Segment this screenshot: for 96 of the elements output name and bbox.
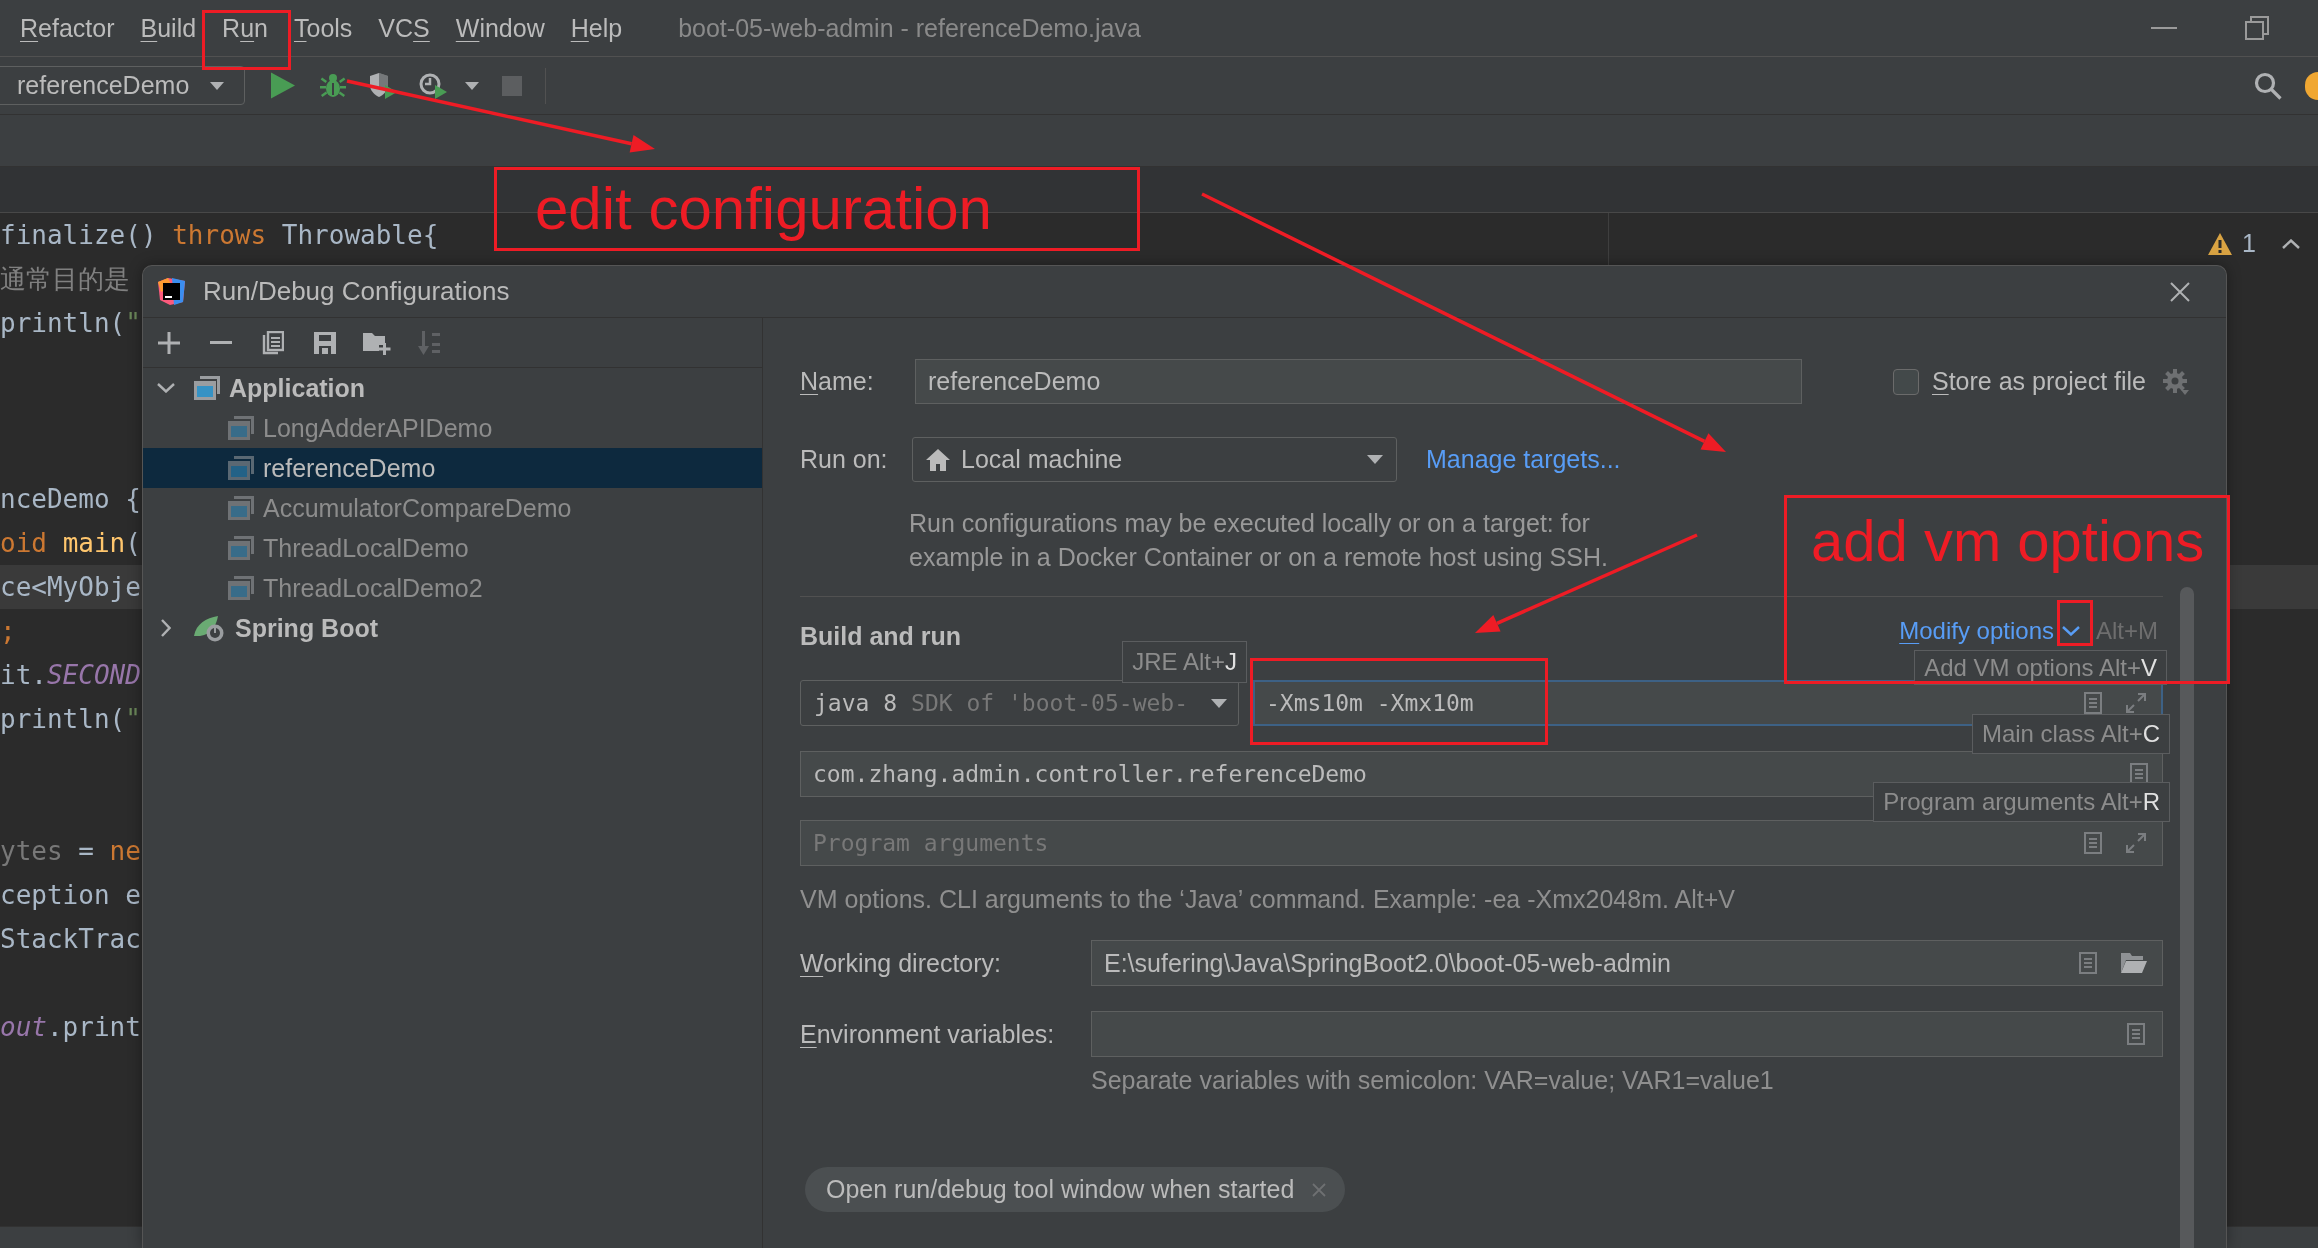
code-line: ytes = ne	[0, 836, 141, 866]
minus-icon	[210, 341, 232, 344]
gear-icon[interactable]	[2163, 368, 2189, 395]
jre-dropdown[interactable]: java 8 SDK of 'boot-05-web-	[800, 680, 1239, 726]
window-icon	[228, 496, 254, 520]
play-icon	[271, 72, 296, 99]
run-target-dropdown[interactable]: Local machine	[912, 437, 1397, 482]
code-line: println("	[0, 308, 141, 338]
chevron-right-icon	[161, 619, 171, 637]
copy-icon	[262, 330, 284, 355]
code-line: finalize() throws Throwable{	[0, 220, 439, 250]
window-icon	[228, 456, 254, 480]
code-line: ception e	[0, 880, 141, 910]
menu-item[interactable]: Run	[209, 8, 281, 48]
bug-icon	[320, 72, 347, 99]
chevron-down-icon	[2062, 626, 2080, 636]
option-chip[interactable]: Open run/debug tool window when started	[805, 1167, 1346, 1212]
code-line: ;	[0, 616, 16, 646]
manage-targets-link[interactable]: Manage targets...	[1426, 445, 1621, 474]
restore-icon	[2244, 16, 2269, 40]
code-line: println("	[0, 704, 141, 734]
close-icon	[2170, 281, 2190, 302]
annotation-label: edit configuration	[535, 174, 992, 244]
field-label: Working directory:	[800, 948, 1002, 978]
hint-text: Separate variables with semicolon: VAR=value; VAR1=value1	[1091, 1065, 1774, 1095]
hint-text: VM options. CLI arguments to the ‘Java’ command. Example: -ea -Xmx2048m. Alt+V	[800, 884, 1735, 914]
shortcut-tooltip: Program arguments Alt+R	[1873, 782, 2170, 822]
environment-variables-field[interactable]	[1091, 1011, 2163, 1057]
warning-count[interactable]: 1	[2242, 229, 2256, 258]
expand-arrows-icon[interactable]	[2126, 693, 2146, 713]
dialog-title: Run/Debug Configurations	[203, 276, 510, 307]
window-icon	[228, 416, 254, 440]
menu-item[interactable]: Tools	[281, 8, 366, 48]
code-line: out.print	[0, 1012, 141, 1042]
field-label: Environment variables:	[800, 1019, 1056, 1049]
chevron-up-icon[interactable]	[2282, 238, 2300, 249]
name-field[interactable]: referenceDemo	[915, 359, 1802, 404]
code-line: it.SECOND	[0, 660, 141, 690]
window-title: boot-05-web-admin - referenceDemo.java	[678, 13, 1141, 43]
minimize-icon	[2150, 27, 2177, 29]
code-line: 通常目的是	[0, 262, 130, 296]
expand-arrows-icon[interactable]	[2126, 833, 2146, 853]
caret-icon	[210, 81, 225, 90]
shortcut-tooltip: Add VM options Alt+V	[1914, 650, 2167, 685]
tree-item[interactable]: ThreadLocalDemo	[143, 528, 762, 568]
menu-item[interactable]: Help	[557, 8, 636, 48]
document-icon[interactable]	[2079, 952, 2097, 974]
caret-icon	[1367, 455, 1383, 464]
folder-plus-icon	[363, 330, 391, 355]
clock-play-icon	[419, 72, 448, 99]
search-icon	[2254, 71, 2282, 100]
description-text: Run configurations may be executed locally or on a target: for example in a Docker Container or on a remote host using SSH.	[909, 508, 1608, 573]
checkbox-label: Store as project file	[1932, 367, 2146, 396]
house-icon	[926, 448, 950, 471]
plus-icon	[158, 331, 180, 354]
sort-icon	[418, 330, 440, 355]
code-line: oid main(	[0, 528, 141, 558]
shortcut-tooltip: Main class Alt+C	[1971, 714, 2170, 754]
checkbox[interactable]	[1893, 368, 1919, 395]
shortcut-tooltip: JRE Alt+J	[1122, 641, 1247, 683]
menu-item[interactable]: Build	[127, 8, 210, 48]
document-icon[interactable]	[2084, 692, 2102, 714]
spring-leaf-icon	[194, 614, 226, 642]
app-logo-icon	[158, 278, 185, 305]
document-icon[interactable]	[2084, 832, 2102, 854]
window-icon	[194, 376, 220, 400]
field-label: Run on:	[800, 445, 889, 474]
tree-item[interactable]: LongAdderAPIDemo	[143, 408, 762, 448]
document-icon[interactable]	[2130, 763, 2148, 785]
code-line: nceDemo {	[0, 484, 141, 514]
document-icon[interactable]	[2127, 1023, 2145, 1045]
chevron-down-icon	[157, 383, 175, 393]
menu-item[interactable]: Refactor	[7, 8, 128, 48]
window-icon	[228, 536, 254, 560]
tree-item[interactable]: ThreadLocalDemo2	[143, 568, 762, 608]
code-line: StackTrac	[0, 924, 141, 954]
tree-item[interactable]: AccumulatorCompareDemo	[143, 488, 762, 528]
scrollbar[interactable]	[2180, 587, 2194, 1248]
working-directory-field[interactable]: E:\sufering\Java\SpringBoot2.0\boot-05-web-admin	[1091, 940, 2163, 986]
menu-item[interactable]: VCS	[365, 8, 443, 48]
menu-item[interactable]: Window	[442, 8, 558, 48]
tree-item[interactable]: Spring Boot	[143, 608, 762, 648]
notification-badge-icon[interactable]	[2305, 71, 2318, 100]
folder-icon[interactable]	[2121, 953, 2147, 973]
code-line: ce<MyObje	[0, 572, 141, 602]
stop-icon	[502, 75, 523, 96]
window-icon	[228, 576, 254, 600]
caret-icon	[465, 81, 480, 90]
remove-icon[interactable]	[1312, 1182, 1327, 1197]
section-title: Build and run	[800, 621, 962, 652]
annotation-label: add vm options	[1811, 507, 2205, 575]
tree-item[interactable]: referenceDemo	[143, 448, 762, 488]
tree-item[interactable]: Application	[143, 368, 762, 408]
field-label: Name:	[800, 367, 875, 396]
modify-options-link[interactable]: Modify options	[1899, 617, 2054, 645]
run-configuration-dropdown[interactable]: referenceDemo	[0, 66, 246, 105]
